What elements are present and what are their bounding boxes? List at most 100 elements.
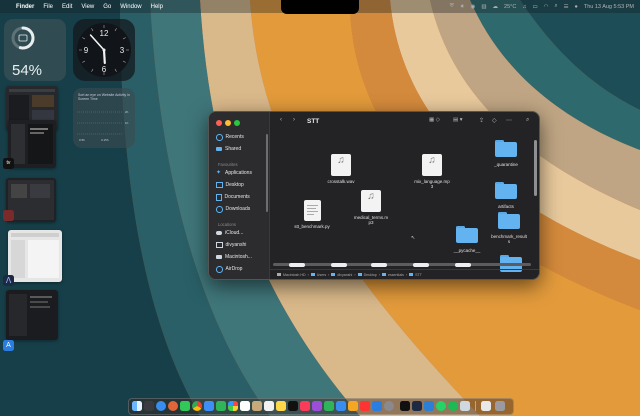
menu-go[interactable]: Go — [103, 4, 111, 10]
firefox-dock-icon[interactable] — [168, 401, 178, 411]
sidebar-item-applications[interactable]: ✦ Applications — [216, 170, 252, 176]
preview-dock-icon[interactable] — [460, 401, 470, 411]
sidebar-item-icloud[interactable]: iCloud... — [216, 230, 243, 236]
scroll-thumb[interactable] — [413, 263, 429, 267]
forward-chevron-icon[interactable]: › — [293, 117, 295, 123]
messages-dock-icon[interactable] — [180, 401, 190, 411]
clock-center — [102, 48, 106, 52]
finder-dock-icon[interactable] — [132, 401, 142, 411]
sidebar-item-recents[interactable]: Recents — [216, 134, 244, 141]
mail-dock-icon[interactable] — [204, 401, 214, 411]
scroll-thumb[interactable] — [371, 263, 387, 267]
path-users[interactable]: Users — [317, 273, 326, 277]
pages-dock-icon[interactable] — [348, 401, 358, 411]
affinity-app-icon[interactable]: Λ — [3, 275, 14, 286]
chart-label-total: 3.15h — [101, 138, 109, 142]
menu-window[interactable]: Window — [120, 4, 141, 10]
horizontal-scrollbar[interactable] — [273, 263, 531, 266]
sidebar-item-desktop[interactable]: Desktop — [216, 182, 244, 188]
folder-benchmark-results[interactable]: benchmark_result s — [486, 212, 532, 244]
podcasts-dock-icon[interactable] — [312, 401, 322, 411]
search-icon[interactable]: ⌕ — [526, 117, 529, 124]
affinity-dock-icon[interactable] — [412, 401, 422, 411]
settings-dock-icon[interactable] — [384, 401, 394, 411]
terminal-dock-icon[interactable] — [400, 401, 410, 411]
whatsapp-dock-icon[interactable] — [436, 401, 446, 411]
path-bar: Macintosh HD › Users › divyanshi › Deskt… — [269, 269, 539, 279]
sidebar-scrollbar[interactable] — [266, 134, 268, 212]
safari-dock-icon[interactable] — [156, 401, 166, 411]
sidebar-item-macintosh[interactable]: Macintosh... — [216, 254, 252, 260]
numbers-dock-icon[interactable] — [324, 401, 334, 411]
scroll-thumb[interactable] — [331, 263, 347, 267]
tv-app-icon[interactable]: tv — [3, 158, 14, 169]
scroll-thumb[interactable] — [455, 263, 471, 267]
clock-num-3: 3 — [120, 46, 125, 55]
sidebar-item-airdrop[interactable]: AirDrop — [216, 266, 242, 273]
app-store-icon[interactable]: A — [3, 340, 14, 351]
folder-icon — [495, 182, 517, 199]
contacts-dock-icon[interactable] — [252, 401, 262, 411]
folder-artifacts[interactable]: artifacts — [484, 182, 528, 209]
tag-icon[interactable]: ◇ — [492, 117, 497, 124]
screen-time-widget[interactable]: Sort an eye on Website Activity in Scree… — [73, 88, 135, 148]
group-button[interactable]: ▤ ▾ — [453, 117, 463, 123]
stage-window-5[interactable] — [6, 290, 58, 340]
battery-percent: 54% — [12, 62, 43, 79]
more-icon[interactable]: ⋯ — [506, 117, 512, 124]
file-stt-benchmark[interactable]: stt_benchmark.py — [289, 200, 335, 229]
calendar-dock-icon[interactable] — [240, 401, 250, 411]
trash-dock-icon[interactable] — [495, 401, 505, 411]
news-dock-icon[interactable] — [360, 401, 370, 411]
camera-notch — [281, 0, 359, 14]
battery-widget[interactable]: 54% — [4, 19, 66, 81]
path-divyanshi[interactable]: divyanshi — [337, 273, 352, 277]
file-mix-language[interactable]: ♫ mix_language.mp 3 — [409, 154, 455, 189]
finder-window[interactable]: Recents Shared Favourites ✦ Applications… — [208, 111, 540, 280]
app-icon-red[interactable] — [3, 210, 14, 221]
folder-pycache[interactable]: __pycache__ — [445, 226, 489, 253]
launchpad-dock-icon[interactable] — [144, 401, 154, 411]
downloads-stack-dock-icon[interactable] — [481, 401, 491, 411]
close-button[interactable] — [216, 120, 222, 126]
stage-window-4[interactable] — [8, 230, 62, 282]
share-icon[interactable]: ⇪ — [479, 117, 484, 124]
minimize-button[interactable] — [225, 120, 231, 126]
path-stt[interactable]: STT — [415, 273, 422, 277]
path-essentials[interactable]: essentials — [388, 273, 404, 277]
menu-edit[interactable]: Edit — [62, 4, 72, 10]
zoom-button[interactable] — [234, 120, 240, 126]
icon-view-button[interactable]: ▦ ◇ — [429, 117, 440, 123]
photos-dock-icon[interactable] — [228, 401, 238, 411]
sidebar-item-documents[interactable]: Documents — [216, 194, 250, 201]
path-desktop[interactable]: Desktop — [364, 273, 377, 277]
sidebar-item-divyanshi[interactable]: divyanshi — [216, 242, 246, 248]
facetime-dock-icon[interactable] — [216, 401, 226, 411]
reminders-dock-icon[interactable] — [264, 401, 274, 411]
music-dock-icon[interactable] — [300, 401, 310, 411]
menu-app-name[interactable]: Finder — [16, 4, 34, 10]
audio-file-icon: ♫ — [422, 154, 442, 176]
menu-help[interactable]: Help — [151, 4, 163, 10]
keynote-dock-icon[interactable] — [336, 401, 346, 411]
vscode-dock-icon[interactable] — [424, 401, 434, 411]
clock-icon — [216, 134, 223, 141]
file-medical-terms[interactable]: ♫ medical_terms.m p3 — [349, 190, 393, 225]
sidebar-item-downloads[interactable]: Downloads — [216, 206, 250, 213]
clock-widget[interactable]: 12 3 6 9 — [73, 19, 135, 81]
sidebar-item-shared[interactable]: Shared — [216, 146, 241, 152]
app-store-dock-icon[interactable] — [372, 401, 382, 411]
menu-view[interactable]: View — [81, 4, 94, 10]
path-macintosh-hd[interactable]: Macintosh HD — [283, 273, 306, 277]
notes-dock-icon[interactable] — [276, 401, 286, 411]
folder-quarantine[interactable]: _quarantine — [484, 140, 528, 167]
scroll-thumb[interactable] — [289, 263, 305, 267]
vertical-scrollbar[interactable] — [534, 140, 537, 196]
menu-file[interactable]: File — [43, 4, 53, 10]
chrome-dock-icon[interactable] — [192, 401, 202, 411]
tv-dock-icon[interactable] — [288, 401, 298, 411]
spotify-dock-icon[interactable] — [448, 401, 458, 411]
stage-window-2[interactable] — [8, 120, 56, 168]
back-chevron-icon[interactable]: ‹ — [280, 117, 282, 123]
file-crosstalk[interactable]: ♫ crosstalk.wav — [319, 154, 363, 184]
